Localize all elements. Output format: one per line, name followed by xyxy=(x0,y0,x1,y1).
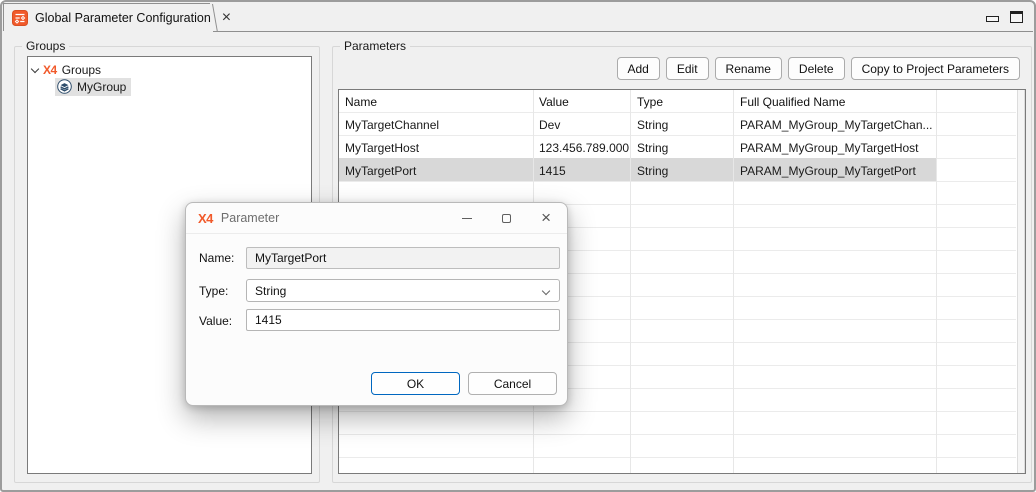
view-maximize-icon[interactable] xyxy=(1010,11,1023,23)
groups-groupbox-title: Groups xyxy=(22,39,69,53)
column-header-value[interactable]: Value xyxy=(533,95,630,109)
cell-value: 1415 xyxy=(533,164,630,178)
cell-fqn: PARAM_MyGroup_MyTargetChan... xyxy=(733,118,936,132)
dialog-title: Parameter xyxy=(221,211,279,225)
tree-child-label: MyGroup xyxy=(77,80,126,94)
view-minimize-icon[interactable] xyxy=(986,16,999,22)
ok-button[interactable]: OK xyxy=(371,372,460,395)
chevron-down-icon[interactable] xyxy=(31,64,39,72)
type-label: Type: xyxy=(199,284,228,298)
tree-item-selected[interactable]: MyGroup xyxy=(55,78,131,96)
type-dropdown-value: String xyxy=(255,284,286,298)
column-header-type[interactable]: Type xyxy=(630,95,733,109)
cell-name: MyTargetPort xyxy=(339,164,533,178)
tree-item-groups-root[interactable]: X4 Groups xyxy=(32,61,101,79)
vertical-scrollbar[interactable] xyxy=(1017,90,1025,473)
column-header-fqn[interactable]: Full Qualified Name xyxy=(733,95,936,109)
cell-fqn: PARAM_MyGroup_MyTargetHost xyxy=(733,141,936,155)
dialog-titlebar[interactable]: X4 Parameter × xyxy=(186,203,567,234)
table-row[interactable]: MyTargetChannel Dev String PARAM_MyGroup… xyxy=(339,113,945,136)
x4-logo: X4 xyxy=(198,211,213,226)
tab-global-parameter-configuration[interactable]: Global Parameter Configuration × xyxy=(3,3,210,31)
dialog-window-controls: × xyxy=(462,212,555,224)
name-field[interactable] xyxy=(246,247,560,269)
cell-type: String xyxy=(630,164,733,178)
tabstrip-divider xyxy=(213,31,1033,32)
table-header-row: Name Value Type Full Qualified Name xyxy=(339,90,945,113)
value-field[interactable] xyxy=(246,309,560,331)
edit-button[interactable]: Edit xyxy=(666,57,709,80)
cell-type: String xyxy=(630,141,733,155)
cell-type: String xyxy=(630,118,733,132)
cell-value: 123.456.789.000 xyxy=(533,141,630,155)
cell-name: MyTargetChannel xyxy=(339,118,533,132)
tree-root-label: Groups xyxy=(62,63,101,77)
minimize-icon[interactable] xyxy=(462,218,472,219)
table-row-selected[interactable]: MyTargetPort 1415 String PARAM_MyGroup_M… xyxy=(339,159,945,182)
app-window: Global Parameter Configuration × Groups … xyxy=(0,0,1036,492)
x4-logo: X4 xyxy=(43,63,57,77)
copy-to-project-parameters-button[interactable]: Copy to Project Parameters xyxy=(851,57,1020,80)
cancel-button[interactable]: Cancel xyxy=(468,372,557,395)
tab-title: Global Parameter Configuration xyxy=(35,11,211,25)
tab-close-icon[interactable]: × xyxy=(220,11,233,25)
parameter-dialog: X4 Parameter × Name: Type: String Value:… xyxy=(185,202,568,406)
cell-name: MyTargetHost xyxy=(339,141,533,155)
table-row[interactable]: MyTargetHost 123.456.789.000 String PARA… xyxy=(339,136,945,159)
close-icon[interactable]: × xyxy=(541,212,551,224)
rename-button[interactable]: Rename xyxy=(715,57,782,80)
value-label: Value: xyxy=(199,314,232,328)
cell-fqn: PARAM_MyGroup_MyTargetPort xyxy=(733,164,936,178)
tab-edge xyxy=(212,4,218,32)
parameters-groupbox-title: Parameters xyxy=(340,39,410,53)
type-dropdown[interactable]: String xyxy=(246,279,560,302)
group-layers-icon xyxy=(57,79,72,94)
column-header-name[interactable]: Name xyxy=(339,95,533,109)
tree-item-mygroup[interactable]: MyGroup xyxy=(55,78,131,96)
parameter-config-icon xyxy=(12,10,28,26)
add-button[interactable]: Add xyxy=(617,57,660,80)
cell-value: Dev xyxy=(533,118,630,132)
delete-button[interactable]: Delete xyxy=(788,57,845,80)
name-label: Name: xyxy=(199,251,234,265)
maximize-icon[interactable] xyxy=(502,214,511,223)
parameters-toolbar: Add Edit Rename Delete Copy to Project P… xyxy=(617,57,1021,80)
chevron-down-icon xyxy=(542,287,550,295)
